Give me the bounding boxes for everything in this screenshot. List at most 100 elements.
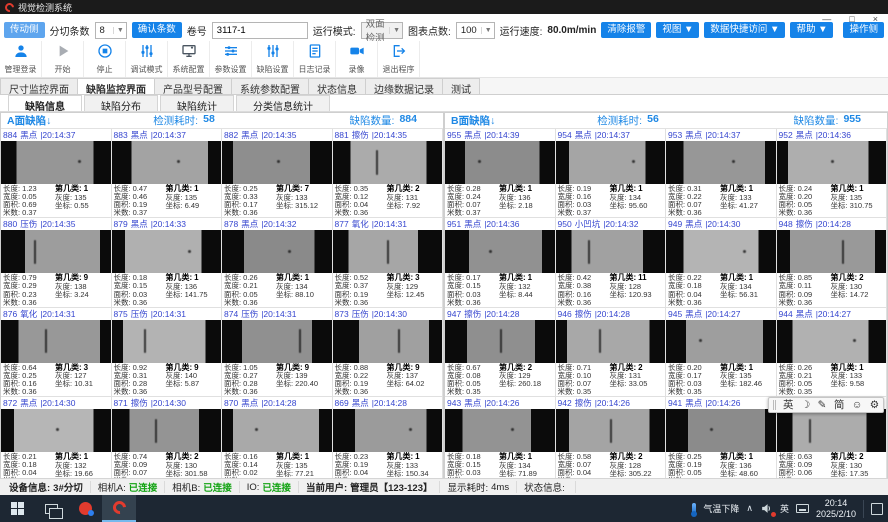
taskbar-app-vision-system[interactable] (102, 495, 136, 522)
defect-settings-button[interactable]: 缺陷设置 (252, 41, 294, 77)
video-record-button[interactable]: 录像 (336, 41, 378, 77)
defect-meters: 米数:0.37 (447, 209, 499, 217)
roll-no-input[interactable] (212, 22, 308, 39)
defect-cell[interactable]: 874压伤|20:14:31长度:1.05宽度:0.27面积:0.28米数:0.… (222, 308, 333, 397)
defect-stats: 长度:1.23宽度:0.05面积:0.69米数:0.37第几类:1灰度:135坐… (1, 184, 111, 217)
view-menu-button[interactable]: 视图 ▼ (656, 22, 699, 38)
chart-points-select[interactable]: 100 ▼ (456, 22, 495, 39)
keyboard-icon[interactable] (796, 504, 809, 513)
ime-emoji-icon[interactable]: ☺ (852, 400, 863, 411)
subtab-缺陷分布[interactable]: 缺陷分布 (84, 95, 158, 111)
param-settings-button[interactable]: 参数设置 (210, 41, 252, 77)
defect-coord-label: 坐标: (166, 291, 183, 299)
minimize-button[interactable]: — (822, 14, 831, 24)
defect-cell[interactable]: 884黑点|20:14:37长度:1.23宽度:0.05面积:0.69米数:0.… (1, 129, 112, 218)
defect-cell[interactable]: 875压伤|20:14:31长度:0.92宽度:0.31面积:0.28米数:0.… (112, 308, 223, 397)
tab-测试[interactable]: 测试 (442, 78, 480, 94)
close-button[interactable]: × (873, 14, 878, 24)
defect-cell[interactable]: 943黑点|20:14:26长度:0.18宽度:0.15面积:0.03米数:0.… (445, 397, 556, 486)
defect-cell[interactable]: 872黑点|20:14:30长度:0.21宽度:0.18面积:0.04米数:0.… (1, 397, 112, 486)
weather-text[interactable]: 气温下降 (703, 502, 739, 515)
ime-moon-icon[interactable]: ☽ (801, 400, 810, 411)
slit-count-select[interactable]: 8 ▼ (95, 22, 127, 39)
defect-mark (710, 428, 713, 431)
debug-mode-button[interactable]: 调试模式 (126, 41, 168, 77)
taskbar-app-browser[interactable] (68, 495, 102, 522)
tab-系统参数配置[interactable]: 系统参数配置 (231, 78, 309, 94)
exit-program-button[interactable]: 退出程序 (378, 41, 420, 77)
defect-cell[interactable]: 877氧化|20:14:31长度:0.52宽度:0.37面积:0.19米数:0.… (333, 218, 444, 307)
defect-cell[interactable]: 873压伤|20:14:30长度:0.88宽度:0.22面积:0.19米数:0.… (333, 308, 444, 397)
maximize-button[interactable]: □ (849, 14, 854, 24)
tab-尺寸监控界面[interactable]: 尺寸监控界面 (0, 78, 78, 94)
panel-title[interactable]: B面缺陷↓ (451, 113, 597, 128)
stats-right-column: 第几类:1灰度:136坐标:2.18 (499, 185, 553, 217)
stats-left-column: 长度:0.26宽度:0.21面积:0.05米数:0.36 (224, 274, 276, 306)
defect-cell[interactable]: 878黑点|20:14:32长度:0.26宽度:0.21面积:0.05米数:0.… (222, 218, 333, 307)
start-button[interactable]: 开始 (42, 41, 84, 77)
defect-cell[interactable]: 942擦伤|20:14:26长度:0.58宽度:0.07面积:0.04米数:0.… (556, 397, 667, 486)
data-access-menu-button[interactable]: 数据快捷访问 ▼ (704, 22, 785, 38)
subtab-缺陷信息[interactable]: 缺陷信息 (8, 95, 82, 111)
detect-time-label: 检测耗时: (597, 113, 642, 128)
defect-cell[interactable]: 954黑点|20:14:37长度:0.19宽度:0.16面积:0.03米数:0.… (556, 129, 667, 218)
defect-cell[interactable]: 882黑点|20:14:35长度:0.25宽度:0.33面积:0.17米数:0.… (222, 129, 333, 218)
defect-cell[interactable]: 951黑点|20:14:36长度:0.17宽度:0.15面积:0.03米数:0.… (445, 218, 556, 307)
defect-cell[interactable]: 869黑点|20:14:28长度:0.23宽度:0.19面积:0.04米数:0.… (333, 397, 444, 486)
defect-cell[interactable]: 947擦伤|20:14:28长度:0.67宽度:0.08面积:0.05米数:0.… (445, 308, 556, 397)
defect-cell[interactable]: 870黑点|20:14:28长度:0.16宽度:0.14面积:0.02米数:0.… (222, 397, 333, 486)
confirm-count-button[interactable]: 确认条数 (132, 22, 182, 38)
defect-image (777, 230, 887, 273)
defect-cell[interactable]: 949黑点|20:14:30长度:0.22宽度:0.18面积:0.04米数:0.… (666, 218, 777, 307)
subtab-分类信息统计[interactable]: 分类信息统计 (236, 95, 330, 111)
admin-login-button[interactable]: 管理登录 (0, 41, 42, 77)
system-config-button[interactable]: 系统配置 (168, 41, 210, 77)
input-language-button[interactable]: 英 (780, 502, 789, 515)
defect-cell[interactable]: 948擦伤|20:14:28长度:0.85宽度:0.11面积:0.09米数:0.… (777, 218, 888, 307)
log-record-button[interactable]: 日志记录 (294, 41, 336, 77)
defect-time: |20:14:30 (40, 398, 75, 408)
defect-cell[interactable]: 950小凹坑|20:14:32长度:0.42宽度:0.38面积:0.16米数:0… (556, 218, 667, 307)
defect-cell[interactable]: 871擦伤|20:14:30长度:0.74宽度:0.09面积:0.07米数:0.… (112, 397, 223, 486)
defect-id: 950 (558, 219, 572, 229)
drive-side-button[interactable]: 传动侧 (4, 22, 45, 38)
defect-cell[interactable]: 941黑点|20:14:26长度:0.25宽度:0.19面积:0.05米数:0.… (666, 397, 777, 486)
slit-count-label: 分切条数 (50, 23, 90, 38)
tab-状态信息[interactable]: 状态信息 (308, 78, 366, 94)
ime-drag-handle[interactable] (773, 400, 776, 410)
panel-title[interactable]: A面缺陷↓ (7, 113, 153, 128)
defect-cell[interactable]: 953黑点|20:14:37长度:0.31宽度:0.22面积:0.07米数:0.… (666, 129, 777, 218)
defect-cell[interactable]: 876氧化|20:14:31长度:0.64宽度:0.25面积:0.16米数:0.… (1, 308, 112, 397)
run-mode-select[interactable]: 双面检测 ▼ (361, 22, 403, 39)
defect-cell[interactable]: 881擦伤|20:14:35长度:0.35宽度:0.12面积:0.04米数:0.… (333, 129, 444, 218)
defect-cell[interactable]: 883黑点|20:14:37长度:0.47宽度:0.46面积:0.19米数:0.… (112, 129, 223, 218)
windows-logo-icon (11, 502, 24, 515)
tab-边缘数据记录[interactable]: 边缘数据记录 (365, 78, 443, 94)
defect-cell[interactable]: 955黑点|20:14:39长度:0.28宽度:0.24面积:0.07米数:0.… (445, 129, 556, 218)
task-view-button[interactable] (34, 495, 68, 522)
defect-cell[interactable]: 879黑点|20:14:33长度:0.18宽度:0.15面积:0.03米数:0.… (112, 218, 223, 307)
sound-button[interactable] (760, 502, 773, 515)
defect-cell[interactable]: 880压伤|20:14:35长度:0.79宽度:0.29面积:0.23米数:0.… (1, 218, 112, 307)
tray-expand-button[interactable]: ∧ (746, 503, 753, 514)
defect-cell[interactable]: 946擦伤|20:14:28长度:0.71宽度:0.10面积:0.07米数:0.… (556, 308, 667, 397)
defect-image (556, 320, 666, 363)
stop-button[interactable]: 停止 (84, 41, 126, 77)
tab-缺陷监控界面[interactable]: 缺陷监控界面 (77, 78, 155, 94)
start-button[interactable] (0, 495, 34, 522)
ime-settings-icon[interactable]: ⚙ (870, 400, 879, 411)
help-menu-button[interactable]: 帮助 ▼ (790, 22, 833, 38)
ime-lang-en[interactable]: 英 (783, 400, 794, 411)
ime-simplified[interactable]: 简 (834, 400, 845, 411)
action-center-button[interactable] (871, 503, 883, 515)
subtab-缺陷统计[interactable]: 缺陷统计 (160, 95, 234, 111)
operator-side-button[interactable]: 操作侧 (843, 22, 884, 38)
defect-cell[interactable]: 952黑点|20:14:36长度:0.24宽度:0.20面积:0.05米数:0.… (777, 129, 888, 218)
clear-alarm-button[interactable]: 清除报警 (601, 22, 651, 38)
ime-pen-icon[interactable]: ✎ (818, 400, 827, 411)
taskbar-clock[interactable]: 20:14 2025/2/10 (816, 498, 856, 520)
tab-产品型号配置[interactable]: 产品型号配置 (154, 78, 232, 94)
defect-meters-label: 米数: (3, 299, 20, 307)
defect-cell[interactable]: 945黑点|20:14:27长度:0.20宽度:0.17面积:0.03米数:0.… (666, 308, 777, 397)
defect-cell[interactable]: 944黑点|20:14:27长度:0.26宽度:0.21面积:0.05米数:0.… (777, 308, 888, 397)
